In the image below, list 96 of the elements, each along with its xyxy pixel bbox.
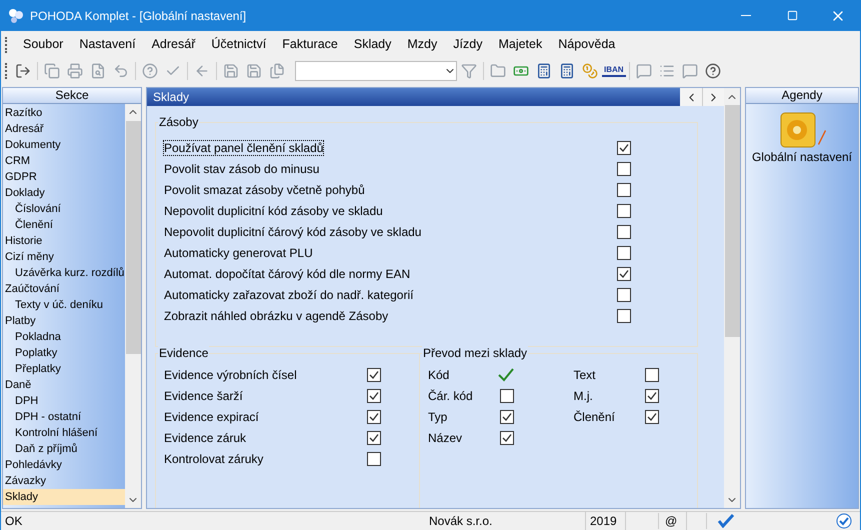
menu-item[interactable]: Účetnictví bbox=[203, 35, 274, 54]
checkbox[interactable] bbox=[367, 452, 381, 466]
checkbox[interactable] bbox=[617, 162, 631, 176]
menu-item[interactable]: Adresář bbox=[144, 35, 204, 54]
scrollbar[interactable] bbox=[724, 88, 740, 508]
checkbox[interactable] bbox=[367, 430, 381, 444]
section-item[interactable]: Cizí měny bbox=[3, 249, 125, 265]
section-item[interactable]: Doklady bbox=[3, 185, 125, 201]
status-message: OK bbox=[4, 513, 24, 530]
checkbox[interactable] bbox=[367, 410, 381, 424]
minimize-icon bbox=[741, 15, 751, 16]
checkbox[interactable] bbox=[500, 430, 514, 444]
checkbox[interactable] bbox=[617, 288, 631, 302]
section-item[interactable]: Pokladna bbox=[3, 329, 125, 345]
checkbox[interactable] bbox=[645, 410, 659, 424]
section-item[interactable]: DPH - ostatní bbox=[3, 409, 125, 425]
checkbox[interactable] bbox=[617, 182, 631, 196]
option-label: Nepovolit duplicitní čárový kód zásoby ve skladu bbox=[164, 224, 422, 238]
checkbox[interactable] bbox=[367, 388, 381, 402]
section-item[interactable]: Členění bbox=[3, 217, 125, 233]
panel-header: Agendy bbox=[746, 88, 858, 104]
section-item[interactable]: Kontrolní hlášení bbox=[3, 425, 125, 441]
option-label: Kontrolovat záruky bbox=[164, 450, 264, 468]
option-label: Typ bbox=[428, 408, 448, 426]
section-item[interactable]: CRM bbox=[3, 153, 125, 169]
check-circle-icon bbox=[836, 513, 852, 529]
section-item[interactable]: Pohledávky bbox=[3, 457, 125, 473]
checkbox[interactable] bbox=[645, 368, 659, 382]
check-icon bbox=[717, 514, 735, 528]
email-indicator: @ bbox=[659, 512, 687, 530]
panel-header: Sekce bbox=[3, 88, 141, 104]
section-item[interactable]: DPH bbox=[3, 393, 125, 409]
section-item[interactable]: Zaúčtování bbox=[3, 281, 125, 297]
checkbox[interactable] bbox=[500, 388, 514, 402]
year: 2019 bbox=[586, 512, 626, 530]
option-label: Používat panel členění skladů bbox=[164, 140, 324, 154]
scrollbar[interactable] bbox=[125, 104, 141, 508]
section-item[interactable]: Daně bbox=[3, 377, 125, 393]
option-label: Povolit stav zásob do minusu bbox=[164, 162, 320, 176]
menu-item[interactable]: Mzdy bbox=[399, 35, 446, 54]
checkbox[interactable] bbox=[617, 246, 631, 260]
checkbox[interactable] bbox=[617, 266, 631, 280]
group-title: Převod mezi sklady bbox=[422, 345, 528, 361]
option-label: Název bbox=[428, 430, 462, 446]
checkbox[interactable] bbox=[367, 368, 381, 382]
menu-item[interactable]: Fakturace bbox=[274, 35, 346, 54]
checkbox[interactable] bbox=[617, 204, 631, 218]
option-label: Evidence záruk bbox=[164, 430, 246, 446]
option-label: Automat. dopočítat čárový kód dle normy EAN bbox=[164, 266, 410, 280]
menu-item[interactable]: Soubor bbox=[15, 35, 72, 54]
option-label: Automaticky zařazovat zboží do nadř. kategorií bbox=[164, 288, 414, 302]
section-item[interactable]: Dokumenty bbox=[3, 137, 125, 153]
menu-item[interactable]: Sklady bbox=[346, 35, 400, 54]
option-label: Evidence výrobních čísel bbox=[164, 366, 297, 384]
section-item[interactable]: Závazky bbox=[3, 473, 125, 489]
option-label: Povolit smazat zásoby včetně pohybů bbox=[164, 182, 365, 196]
content-header: Sklady bbox=[147, 88, 680, 106]
menu-item[interactable]: Majetek bbox=[490, 35, 550, 54]
checkbox[interactable] bbox=[617, 308, 631, 322]
option-label: Čár. kód bbox=[428, 388, 473, 404]
option-label: Nepovolit duplicitní kód zásoby ve skladu bbox=[164, 204, 383, 218]
section-item[interactable]: Adresář bbox=[3, 121, 125, 137]
option-label: Evidence šarží bbox=[164, 388, 243, 404]
section-item[interactable]: GDPR bbox=[3, 169, 125, 185]
checkbox[interactable] bbox=[500, 410, 514, 424]
section-item[interactable]: Sklady bbox=[3, 489, 125, 505]
option-label: Kód bbox=[428, 366, 450, 384]
section-item[interactable]: Razítko bbox=[3, 105, 125, 121]
section-item[interactable]: Texty v úč. deníku bbox=[3, 297, 125, 313]
option-label: Text bbox=[574, 366, 596, 384]
section-item[interactable]: Poplatky bbox=[3, 345, 125, 361]
checkbox[interactable] bbox=[617, 224, 631, 238]
agenda-label[interactable]: Globální nastavení bbox=[752, 148, 852, 166]
section-item[interactable]: Platby bbox=[3, 313, 125, 329]
next-button[interactable] bbox=[702, 88, 724, 106]
checkbox[interactable] bbox=[617, 140, 631, 154]
option-label: Členění bbox=[574, 408, 615, 426]
maximize-icon bbox=[786, 10, 798, 21]
section-item[interactable]: Historie bbox=[3, 233, 125, 249]
group-title: Zásoby bbox=[158, 114, 200, 130]
company-name: Novák s.r.o. bbox=[429, 512, 586, 530]
menu-item[interactable]: Nápověda bbox=[550, 35, 624, 54]
checkbox[interactable] bbox=[645, 388, 659, 402]
option-label: Zobrazit náhled obrázku v agendě Zásoby bbox=[164, 308, 388, 322]
section-item[interactable]: Daň z příjmů bbox=[3, 441, 125, 457]
section-item[interactable]: Číslování bbox=[3, 201, 125, 217]
app-logo-icon bbox=[8, 8, 24, 24]
option-label: M.j. bbox=[574, 388, 593, 404]
previous-button[interactable] bbox=[680, 88, 702, 106]
menu-item[interactable]: Nastavení bbox=[71, 35, 144, 54]
section-item[interactable]: Přeplatky bbox=[3, 361, 125, 377]
window-title: POHODA Komplet - [Globální nastavení] bbox=[30, 8, 246, 24]
option-label: Automaticky generovat PLU bbox=[164, 246, 313, 260]
section-item[interactable]: Uzávěrka kurz. rozdílů bbox=[3, 265, 125, 281]
option-label: Evidence expirací bbox=[164, 408, 259, 426]
menu-item[interactable]: Jízdy bbox=[445, 35, 490, 54]
